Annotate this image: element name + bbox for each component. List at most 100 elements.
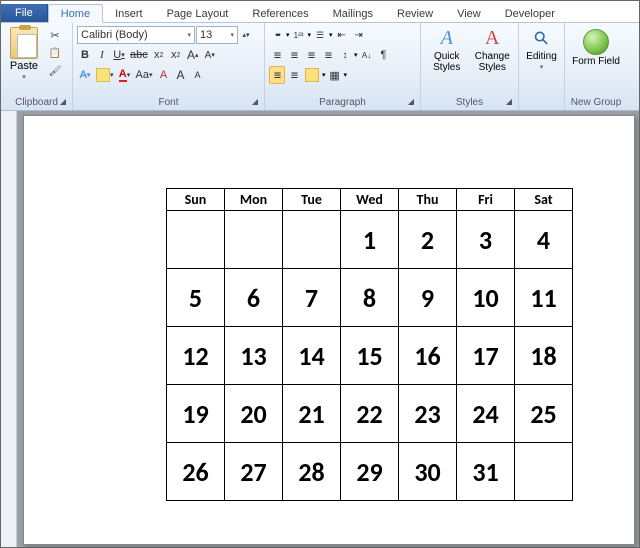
calendar-cell[interactable]: 30	[399, 443, 457, 501]
chevron-down-icon: ▾	[22, 73, 26, 81]
document-area: Sun Mon Tue Wed Thu Fri Sat 123456789101…	[1, 111, 639, 547]
calendar-cell[interactable]: 10	[457, 269, 515, 327]
calendar-cell[interactable]: 17	[457, 327, 515, 385]
calendar-cell[interactable]: 6	[225, 269, 283, 327]
calendar-cell[interactable]	[515, 443, 573, 501]
change-styles-button[interactable]: A Change Styles	[471, 25, 515, 73]
calendar-cell[interactable]: 8	[341, 269, 399, 327]
shrink-font-alt-button[interactable]: A	[190, 66, 206, 84]
bold-button[interactable]: B	[77, 46, 93, 64]
shrink-font-button[interactable]: A▾	[202, 46, 218, 64]
sort-button[interactable]	[359, 46, 375, 64]
calendar-cell[interactable]: 31	[457, 443, 515, 501]
dialog-launcher-icon[interactable]: ◢	[408, 97, 414, 106]
calendar-cell[interactable]: 16	[399, 327, 457, 385]
ribbon: Paste ▾ Clipboard◢ Calibri (Body)▾ 13▾ ▴…	[1, 23, 639, 111]
align-right-button[interactable]: ≡	[303, 46, 319, 64]
cut-button[interactable]	[46, 27, 64, 43]
tab-page-layout[interactable]: Page Layout	[155, 5, 241, 22]
increase-indent-button[interactable]	[351, 26, 367, 44]
tab-insert[interactable]: Insert	[103, 5, 155, 22]
calendar-cell[interactable]: 18	[515, 327, 573, 385]
calendar-cell[interactable]: 29	[341, 443, 399, 501]
dialog-launcher-icon[interactable]: ◢	[252, 97, 258, 106]
tab-references[interactable]: References	[240, 5, 320, 22]
font-color-button[interactable]: A▾	[117, 66, 133, 84]
calendar-cell[interactable]: 14	[283, 327, 341, 385]
calendar-cell[interactable]	[167, 211, 225, 269]
clear-format-button[interactable]: A	[156, 66, 172, 84]
superscript-button[interactable]: x2	[168, 46, 184, 64]
shading-button[interactable]	[303, 66, 321, 84]
highlight-button[interactable]: ▾	[94, 66, 116, 84]
grow-font-button[interactable]: A▴	[185, 46, 201, 64]
day-header: Sat	[515, 189, 573, 211]
subscript-button[interactable]: x2	[151, 46, 167, 64]
calendar-cell[interactable]: 11	[515, 269, 573, 327]
calendar-cell[interactable]: 2	[399, 211, 457, 269]
calendar-cell[interactable]	[283, 211, 341, 269]
calendar-cell[interactable]: 1	[341, 211, 399, 269]
calendar-cell[interactable]: 28	[283, 443, 341, 501]
calendar-cell[interactable]: 9	[399, 269, 457, 327]
editing-button[interactable]: Editing ▾	[523, 25, 560, 71]
group-label-clipboard: Clipboard◢	[5, 96, 68, 110]
align-center-button[interactable]: ≡	[286, 46, 302, 64]
calendar-cell[interactable]: 26	[167, 443, 225, 501]
paste-button[interactable]: Paste ▾	[5, 25, 43, 81]
justify-button[interactable]: ≡	[320, 46, 336, 64]
calendar-cell[interactable]	[225, 211, 283, 269]
show-marks-button[interactable]	[376, 46, 392, 64]
form-field-icon	[583, 29, 609, 55]
numbering-button[interactable]	[291, 26, 307, 44]
chevron-down-icon: ▾	[540, 63, 544, 71]
change-case-button[interactable]: Aa▾	[134, 66, 155, 84]
form-field-button[interactable]: Form Field	[569, 25, 623, 67]
copy-button[interactable]	[46, 45, 64, 61]
calendar-cell[interactable]: 27	[225, 443, 283, 501]
calendar-cell[interactable]: 12	[167, 327, 225, 385]
tab-home[interactable]: Home	[48, 4, 103, 23]
bullets-button[interactable]	[269, 26, 285, 44]
tab-view[interactable]: View	[445, 5, 493, 22]
font-size-arrows[interactable]: ▴▾	[239, 26, 253, 44]
calendar-cell[interactable]: 4	[515, 211, 573, 269]
tab-review[interactable]: Review	[385, 5, 445, 22]
calendar-table[interactable]: Sun Mon Tue Wed Thu Fri Sat 123456789101…	[166, 188, 573, 501]
calendar-cell[interactable]: 7	[283, 269, 341, 327]
calendar-cell[interactable]: 21	[283, 385, 341, 443]
calendar-cell[interactable]: 19	[167, 385, 225, 443]
calendar-cell[interactable]: 5	[167, 269, 225, 327]
change-styles-icon: A	[485, 27, 499, 50]
text-effects-button[interactable]: A▾	[77, 66, 93, 84]
calendar-cell[interactable]: 25	[515, 385, 573, 443]
calendar-cell[interactable]: 24	[457, 385, 515, 443]
page[interactable]: Sun Mon Tue Wed Thu Fri Sat 123456789101…	[23, 115, 635, 545]
calendar-cell[interactable]: 13	[225, 327, 283, 385]
grow-font-alt-button[interactable]: A	[173, 66, 189, 84]
dialog-launcher-icon[interactable]: ◢	[506, 97, 512, 106]
font-name-combo[interactable]: Calibri (Body)▾	[77, 26, 195, 44]
calendar-cell[interactable]: 15	[341, 327, 399, 385]
calendar-cell[interactable]: 20	[225, 385, 283, 443]
tab-file[interactable]: File	[1, 4, 48, 22]
font-size-combo[interactable]: 13▾	[196, 26, 238, 44]
align-center2-button[interactable]: ≡	[286, 66, 302, 84]
calendar-cell[interactable]: 22	[341, 385, 399, 443]
format-painter-button[interactable]	[46, 63, 64, 79]
align-left-active-button[interactable]: ≡	[269, 66, 285, 84]
italic-button[interactable]: I	[94, 46, 110, 64]
multilevel-button[interactable]	[312, 26, 328, 44]
line-spacing-button[interactable]	[337, 46, 353, 64]
calendar-cell[interactable]: 3	[457, 211, 515, 269]
calendar-cell[interactable]: 23	[399, 385, 457, 443]
underline-button[interactable]: U▾	[111, 46, 127, 64]
strikethrough-button[interactable]: abc	[128, 46, 150, 64]
borders-button[interactable]	[327, 66, 343, 84]
decrease-indent-button[interactable]	[334, 26, 350, 44]
dialog-launcher-icon[interactable]: ◢	[60, 97, 66, 106]
tab-developer[interactable]: Developer	[493, 5, 567, 22]
quick-styles-button[interactable]: A Quick Styles	[425, 25, 469, 73]
tab-mailings[interactable]: Mailings	[321, 5, 385, 22]
align-left-button[interactable]: ≡	[269, 46, 285, 64]
